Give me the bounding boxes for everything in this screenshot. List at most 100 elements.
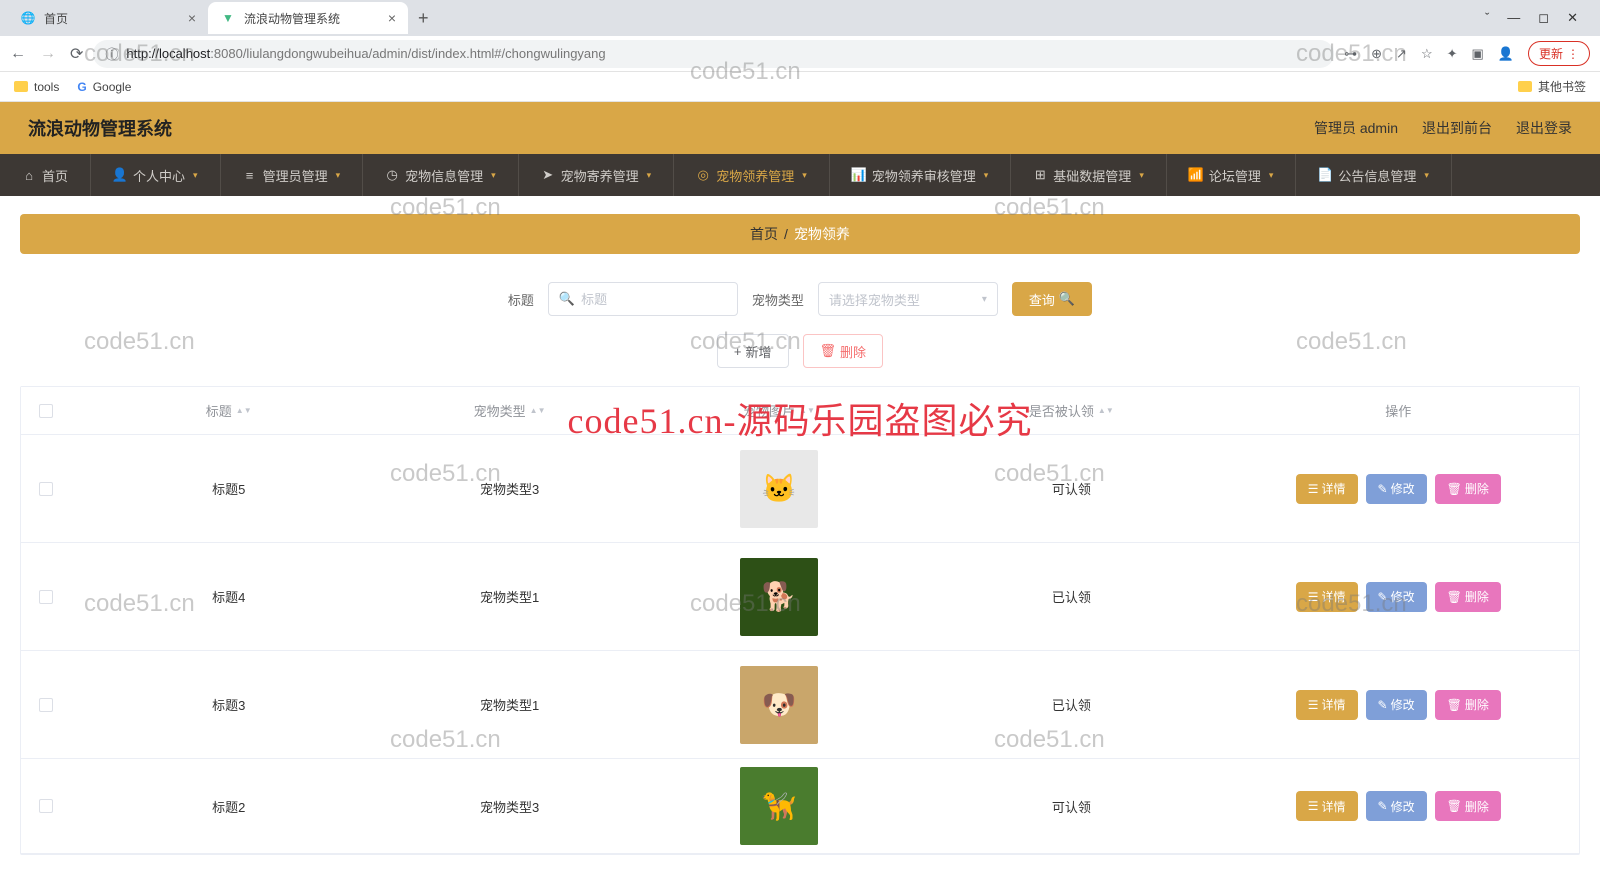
type-label: 宠物类型 xyxy=(752,290,804,309)
breadcrumb: 首页 / 宠物领养 xyxy=(20,214,1580,254)
reload-icon[interactable]: ⟳ xyxy=(70,44,83,64)
add-button[interactable]: +新增 xyxy=(717,334,789,368)
logout-link[interactable]: 退出登录 xyxy=(1516,118,1572,138)
tab-title: 流浪动物管理系统 xyxy=(244,10,340,27)
delete-row-button[interactable]: 🗑删除 xyxy=(1435,791,1501,821)
profile-icon[interactable]: 👤 xyxy=(1498,46,1514,62)
nav-label: 宠物寄养管理 xyxy=(561,166,639,185)
panel-icon[interactable]: ▣ xyxy=(1472,46,1484,62)
edit-button[interactable]: ✎修改 xyxy=(1366,791,1427,821)
nav-label: 个人中心 xyxy=(133,166,185,185)
edit-button[interactable]: ✎修改 xyxy=(1366,690,1427,720)
nav-item-6[interactable]: 📊宠物领养审核管理▾ xyxy=(830,154,1012,196)
back-icon[interactable]: ← xyxy=(10,45,26,63)
key-icon[interactable]: ⊶ xyxy=(1344,46,1357,62)
title-label: 标题 xyxy=(508,290,534,309)
nav-item-8[interactable]: 📶论坛管理▾ xyxy=(1167,154,1297,196)
pet-image: 🐱 xyxy=(740,450,818,528)
delete-button[interactable]: 🗑删除 xyxy=(803,334,884,368)
cell-status: 可认领 xyxy=(925,471,1217,506)
list-icon: ☰ xyxy=(1308,482,1319,496)
delete-row-button[interactable]: 🗑删除 xyxy=(1435,474,1501,504)
th-status[interactable]: 是否被认领▲▼ xyxy=(925,393,1217,428)
detail-button[interactable]: ☰详情 xyxy=(1296,582,1358,612)
window-controls: ˇ — ◻ ✕ xyxy=(1485,10,1592,26)
nav-item-0[interactable]: ⌂首页 xyxy=(0,154,91,196)
nav-item-9[interactable]: 📄公告信息管理▾ xyxy=(1296,154,1452,196)
row-checkbox[interactable] xyxy=(39,698,53,712)
app-title: 流浪动物管理系统 xyxy=(28,115,172,141)
edit-icon: ✎ xyxy=(1378,698,1388,712)
folder-icon xyxy=(14,81,28,92)
info-icon: ⓘ xyxy=(105,44,118,63)
caret-down-icon: ▾ xyxy=(491,170,496,181)
cell-status: 可认领 xyxy=(925,789,1217,824)
cell-ops: ☰详情 ✎修改 🗑删除 xyxy=(1218,466,1579,512)
bookmark-tools[interactable]: tools xyxy=(14,80,59,94)
cell-img: 🐱 xyxy=(633,442,925,536)
user-label[interactable]: 管理员 admin xyxy=(1314,118,1398,138)
detail-button[interactable]: ☰详情 xyxy=(1296,690,1358,720)
search-icon: 🔍 xyxy=(1059,291,1075,307)
nav-item-2[interactable]: ≡管理员管理▾ xyxy=(221,154,364,196)
type-select[interactable]: 请选择宠物类型 ▾ xyxy=(818,282,998,316)
star-icon[interactable]: ☆ xyxy=(1421,46,1433,62)
plus-icon: + xyxy=(734,344,742,359)
maximize-icon[interactable]: ◻ xyxy=(1538,10,1549,26)
query-button[interactable]: 查询🔍 xyxy=(1012,282,1092,316)
browser-tab-0[interactable]: 🌐 首页 × xyxy=(8,2,208,34)
nav-item-3[interactable]: ◷宠物信息管理▾ xyxy=(363,154,519,196)
vue-icon: ▼ xyxy=(220,10,236,26)
close-icon[interactable]: × xyxy=(188,10,196,26)
select-all-checkbox[interactable] xyxy=(39,404,53,418)
doc-icon: 📄 xyxy=(1318,168,1332,182)
pet-image: 🐕 xyxy=(740,558,818,636)
th-title[interactable]: 标题▲▼ xyxy=(71,393,386,428)
close-window-icon[interactable]: ✕ xyxy=(1567,10,1578,26)
sort-icon: ▲▼ xyxy=(1098,408,1114,414)
update-button[interactable]: 更新 ⋮ xyxy=(1528,41,1590,66)
th-img[interactable]: 宠物图片▲▼ xyxy=(633,393,925,428)
extensions-icon[interactable]: ✦ xyxy=(1447,46,1458,62)
cell-title: 标题3 xyxy=(71,687,386,722)
nav-item-5[interactable]: ◎宠物领养管理▾ xyxy=(674,154,830,196)
share-icon[interactable]: ↗ xyxy=(1396,46,1407,62)
edit-icon: ✎ xyxy=(1378,799,1388,813)
close-icon[interactable]: × xyxy=(388,10,396,26)
table-row: 标题3 宠物类型1 🐶 已认领 ☰详情 ✎修改 🗑删除 xyxy=(21,651,1579,759)
row-checkbox[interactable] xyxy=(39,799,53,813)
browser-tab-1[interactable]: ▼ 流浪动物管理系统 × xyxy=(208,2,408,34)
minimize-icon[interactable]: — xyxy=(1507,10,1520,26)
caret-down-icon: ▾ xyxy=(1424,170,1429,181)
bookmark-other[interactable]: 其他书签 xyxy=(1518,78,1586,95)
to-front-link[interactable]: 退出到前台 xyxy=(1422,118,1492,138)
delete-row-button[interactable]: 🗑删除 xyxy=(1435,690,1501,720)
row-checkbox[interactable] xyxy=(39,590,53,604)
browser-chrome: 🌐 首页 × ▼ 流浪动物管理系统 × + ˇ — ◻ ✕ ← → ⟳ ⓘ ht… xyxy=(0,0,1600,102)
bookmark-google[interactable]: GGoogle xyxy=(77,80,131,94)
edit-button[interactable]: ✎修改 xyxy=(1366,474,1427,504)
cell-img: 🐕 xyxy=(633,550,925,644)
detail-button[interactable]: ☰详情 xyxy=(1296,791,1358,821)
chevron-down-icon[interactable]: ˇ xyxy=(1485,10,1489,26)
nav-item-7[interactable]: ⊞基础数据管理▾ xyxy=(1011,154,1167,196)
translate-icon[interactable]: ⊕ xyxy=(1371,46,1382,62)
edit-button[interactable]: ✎修改 xyxy=(1366,582,1427,612)
cell-type: 宠物类型1 xyxy=(386,687,632,722)
new-tab-button[interactable]: + xyxy=(408,8,439,29)
delete-row-button[interactable]: 🗑删除 xyxy=(1435,582,1501,612)
th-type[interactable]: 宠物类型▲▼ xyxy=(386,393,632,428)
row-checkbox[interactable] xyxy=(39,482,53,496)
list-icon: ≡ xyxy=(243,168,257,182)
forward-icon[interactable]: → xyxy=(40,45,56,63)
data-table: 标题▲▼ 宠物类型▲▼ 宠物图片▲▼ 是否被认领▲▼ 操作 标题5 宠物类型3 … xyxy=(20,386,1580,855)
nav-item-1[interactable]: 👤个人中心▾ xyxy=(91,154,221,196)
caret-down-icon: ▾ xyxy=(1139,170,1144,181)
nav-item-4[interactable]: ➤宠物寄养管理▾ xyxy=(519,154,675,196)
title-input-wrap[interactable]: 🔍 xyxy=(548,282,738,316)
title-input[interactable] xyxy=(581,292,757,307)
detail-button[interactable]: ☰详情 xyxy=(1296,474,1358,504)
breadcrumb-home[interactable]: 首页 xyxy=(750,224,778,244)
nav-label: 宠物领养管理 xyxy=(716,166,794,185)
url-input[interactable]: ⓘ http://localhost:8080/liulangdongwubei… xyxy=(93,40,1334,68)
